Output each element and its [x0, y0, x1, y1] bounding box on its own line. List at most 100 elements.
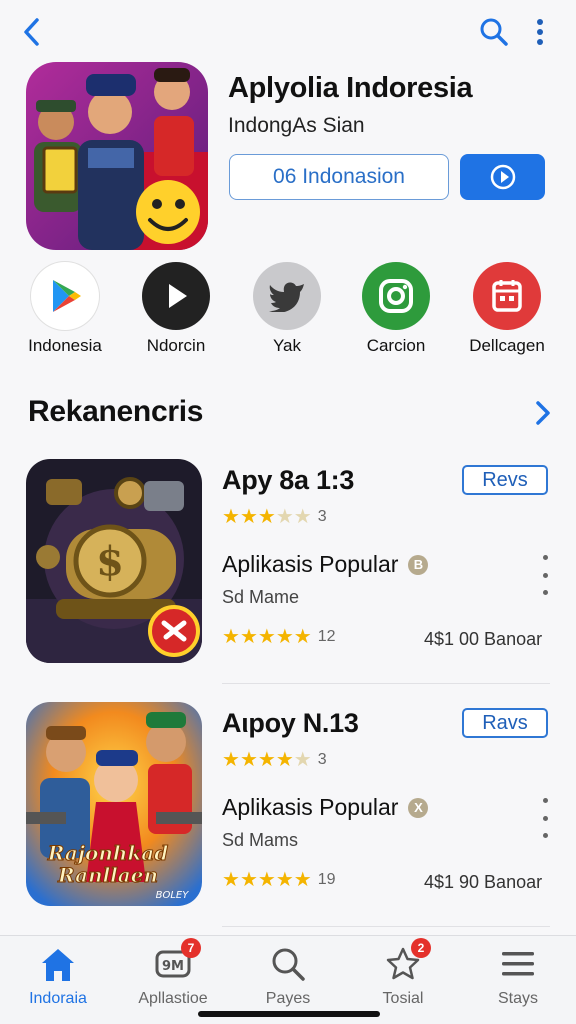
- svg-text:9M: 9M: [162, 959, 184, 974]
- app-developer: Sd Mame: [222, 587, 300, 607]
- star-icon: ★: [275, 626, 294, 648]
- search-icon: [266, 942, 310, 986]
- app-more-button[interactable]: [532, 798, 558, 838]
- chevron-right-icon: [536, 401, 550, 425]
- share-item[interactable]: Yak: [232, 262, 342, 356]
- star-icon: ★: [275, 749, 294, 771]
- star-icon: ★: [293, 749, 312, 771]
- app-price: 4$1 00 Banoar: [424, 629, 543, 649]
- share-item[interactable]: Dellcagen: [452, 262, 562, 356]
- app-developer: Sd Mams: [222, 830, 299, 850]
- share-label: Carcion: [366, 336, 426, 355]
- app-rating-secondary: ★ ★ ★ ★ ★ 12: [222, 627, 335, 647]
- category-badge: X: [408, 797, 429, 818]
- share-label: Indonesia: [28, 336, 102, 355]
- star-icon: ★: [222, 626, 240, 648]
- search-button[interactable]: [476, 14, 512, 50]
- nav-item-search[interactable]: Payes: [230, 942, 346, 1008]
- nav-label: Payes: [265, 990, 311, 1007]
- app-list-item[interactable]: Rajonhkad Ranllaen BOLEY Aιpoy N.13 Ravs…: [0, 702, 576, 922]
- star-icon: ★: [293, 869, 312, 891]
- rating-count: 19: [317, 871, 336, 888]
- nav-item-favorites[interactable]: 2 Tosial: [345, 938, 461, 1008]
- star-icon: ★: [222, 869, 240, 891]
- notification-badge: 2: [411, 938, 431, 958]
- home-indicator: [198, 1011, 380, 1017]
- app-rating: ★ ★ ★ ★ ★ 3: [222, 750, 327, 770]
- nav-label: Indoraia: [29, 990, 87, 1007]
- app-hero-icon: [26, 62, 208, 250]
- more-button[interactable]: [526, 14, 554, 50]
- nav-item-menu[interactable]: Stays: [460, 942, 576, 1008]
- share-item[interactable]: Ndorcin: [121, 262, 231, 356]
- star-icon: ★: [222, 749, 240, 771]
- app-thumbnail: $: [26, 459, 202, 663]
- share-item[interactable]: Carcion: [341, 262, 451, 356]
- app-price: 4$1 90 Banoar: [424, 872, 543, 892]
- back-button[interactable]: [14, 14, 50, 50]
- home-icon: [36, 942, 80, 986]
- thumb-title-line-2: Ranllaen: [57, 863, 158, 887]
- star-icon: ★: [293, 506, 312, 528]
- clock-play-icon: [490, 164, 515, 190]
- apps-icon: 9M 7: [151, 938, 201, 986]
- thumb-title-line-1: Rajonhkad: [47, 841, 169, 865]
- star-icon: ★: [257, 749, 276, 771]
- star-icon: ★: [239, 869, 258, 891]
- list-divider: [222, 926, 550, 927]
- rating-count: 3: [317, 508, 327, 525]
- primary-action-button[interactable]: 06 Indonasion: [229, 154, 449, 200]
- calendar-icon: [473, 262, 541, 330]
- play-icon: [142, 262, 210, 330]
- svg-text:$: $: [96, 538, 124, 585]
- nav-item-home[interactable]: Indoraia: [0, 942, 116, 1008]
- app-list-item[interactable]: $ Apy 8a 1:3 Revs ★ ★ ★ ★ ★ 3 Aplikasis Popu…: [0, 459, 576, 679]
- chevron-left-icon: [24, 18, 39, 46]
- rating-stars: ★ ★ ★ ★ ★: [222, 750, 312, 770]
- rating-stars: ★ ★ ★ ★ ★: [222, 627, 312, 647]
- app-thumbnail: Rajonhkad Ranllaen BOLEY: [26, 702, 202, 906]
- app-tag-button[interactable]: Revs: [462, 465, 548, 495]
- list-divider: [222, 683, 550, 684]
- app-category: Aplikasis Popular B: [222, 551, 429, 578]
- top-bar: [0, 0, 576, 62]
- search-icon: [480, 18, 508, 46]
- app-category: Aplikasis Popular X: [222, 794, 429, 821]
- share-label: Dellcagen: [469, 336, 545, 355]
- camera-icon: [362, 262, 430, 330]
- star-icon: ★: [239, 626, 258, 648]
- star-icon: ★: [257, 869, 276, 891]
- share-item[interactable]: Indonesia: [10, 262, 120, 356]
- star-icon: ★: [239, 749, 258, 771]
- rating-stars: ★ ★ ★ ★ ★: [222, 870, 312, 890]
- app-rating-secondary: ★ ★ ★ ★ ★ 19: [222, 870, 335, 890]
- category-label: Aplikasis Popular: [222, 794, 399, 820]
- app-name: Aιpoy N.13: [222, 708, 359, 738]
- star-icon: ★: [275, 869, 294, 891]
- share-targets: Indonesia Ndorcin Yak Carcion Dellcagen: [0, 262, 576, 362]
- nav-label: Tosial: [382, 990, 424, 1007]
- app-title: Aplyolia Indoresia: [228, 72, 473, 104]
- star-icon: ★: [293, 626, 312, 648]
- star-icon: ★: [257, 626, 276, 648]
- rating-count: 3: [317, 751, 327, 768]
- app-subtitle: IndongAs Sian: [228, 114, 365, 137]
- bird-icon: [253, 262, 321, 330]
- star-icon: ★: [257, 506, 276, 528]
- star-icon: 2: [381, 938, 431, 986]
- share-label: Ndorcin: [146, 336, 206, 355]
- rating-stars: ★ ★ ★ ★ ★: [222, 507, 312, 527]
- star-icon: ★: [239, 506, 258, 528]
- nav-label: Stays: [497, 990, 538, 1007]
- section-title: Rekanencris: [28, 395, 204, 428]
- rating-count: 12: [317, 628, 336, 645]
- star-icon: ★: [222, 506, 240, 528]
- app-more-button[interactable]: [532, 555, 558, 595]
- section-more-button[interactable]: [528, 396, 558, 430]
- nav-label: Apllastioe: [138, 990, 208, 1007]
- app-rating: ★ ★ ★ ★ ★ 3: [222, 507, 327, 527]
- app-tag-button[interactable]: Ravs: [462, 708, 548, 738]
- menu-icon: [496, 942, 540, 986]
- secondary-action-button[interactable]: [460, 154, 545, 200]
- nav-item-apps[interactable]: 9M 7 Apllastioe: [115, 938, 231, 1008]
